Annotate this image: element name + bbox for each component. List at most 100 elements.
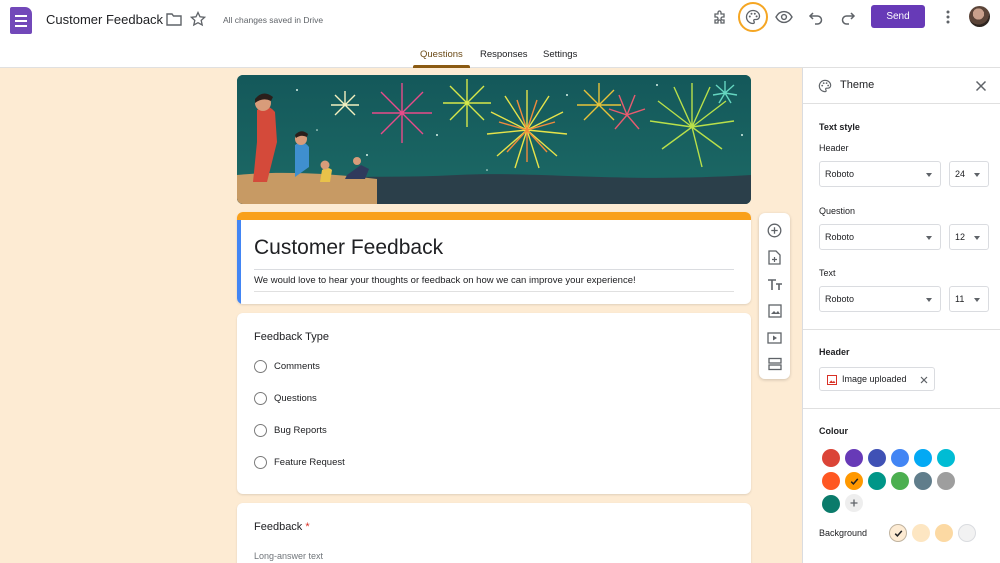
header-size-value: 24	[955, 169, 966, 179]
header-font-value: Roboto	[825, 169, 855, 179]
answer-hint: Long-answer text	[254, 551, 324, 561]
chevron-down-icon	[926, 236, 932, 240]
colour-swatch[interactable]	[822, 472, 840, 490]
add-question-icon[interactable]	[766, 222, 783, 239]
more-vert-icon[interactable]	[942, 9, 954, 25]
palette-icon	[745, 9, 761, 25]
theme-color-stripe	[237, 212, 751, 220]
theme-panel-title: Theme	[840, 79, 875, 91]
folder-icon[interactable]	[166, 12, 182, 26]
question-title: Feedback *	[254, 521, 310, 533]
customize-theme-button[interactable]	[738, 2, 768, 32]
top-bar: Customer Feedback All changes saved in D…	[0, 0, 1000, 68]
star-icon[interactable]	[190, 11, 206, 27]
header-font-select[interactable]: Roboto	[819, 161, 941, 187]
form-title-card[interactable]: Customer Feedback We would love to hear …	[237, 212, 751, 304]
tab-settings[interactable]: Settings	[543, 49, 577, 60]
remove-image-icon[interactable]	[920, 376, 928, 384]
colour-swatch[interactable]	[937, 449, 955, 467]
question-font-label: Question	[819, 206, 856, 216]
radio-option[interactable]: Questions	[254, 392, 317, 405]
save-status: All changes saved in Drive	[223, 15, 324, 25]
redo-icon[interactable]	[840, 9, 856, 25]
colour-swatch[interactable]	[845, 449, 863, 467]
colour-swatch[interactable]	[937, 472, 955, 490]
text-font-select[interactable]: Roboto	[819, 286, 941, 312]
colour-heading: Colour	[819, 426, 848, 436]
text-font-value: Roboto	[825, 294, 855, 304]
add-title-icon[interactable]	[766, 276, 783, 293]
text-font-label: Text	[819, 268, 836, 278]
question-card-feedback[interactable]: Feedback * Long-answer text	[237, 503, 751, 563]
colour-swatch[interactable]	[914, 449, 932, 467]
chevron-down-icon	[926, 298, 932, 302]
header-image-heading: Header	[819, 347, 850, 357]
colour-swatch[interactable]	[891, 472, 909, 490]
question-size-value: 12	[955, 232, 966, 242]
option-label: Comments	[274, 361, 320, 372]
undo-icon[interactable]	[808, 9, 824, 25]
add-image-icon[interactable]	[766, 302, 783, 319]
send-button[interactable]: Send	[871, 5, 925, 28]
colour-swatch[interactable]	[822, 449, 840, 467]
description-underline	[254, 291, 734, 292]
background-swatch[interactable]	[935, 524, 953, 542]
document-title[interactable]: Customer Feedback	[46, 12, 163, 27]
background-swatch[interactable]	[889, 524, 907, 542]
chevron-down-icon	[974, 298, 980, 302]
forms-app-icon[interactable]	[10, 7, 32, 34]
header-font-label: Header	[819, 143, 849, 153]
radio-button[interactable]	[254, 424, 267, 437]
text-size-value: 11	[955, 294, 965, 304]
addon-puzzle-icon[interactable]	[712, 9, 728, 25]
account-avatar[interactable]	[969, 6, 990, 27]
radio-button[interactable]	[254, 456, 267, 469]
background-swatch[interactable]	[958, 524, 976, 542]
chevron-down-icon	[974, 173, 980, 177]
background-label: Background	[819, 528, 868, 538]
colour-swatch[interactable]	[868, 472, 886, 490]
close-icon[interactable]	[975, 80, 987, 92]
option-label: Questions	[274, 393, 317, 404]
tab-responses[interactable]: Responses	[480, 49, 528, 60]
selected-card-indicator	[237, 220, 241, 304]
add-section-icon[interactable]	[766, 355, 783, 372]
colour-swatch[interactable]	[868, 449, 886, 467]
radio-button[interactable]	[254, 392, 267, 405]
question-size-select[interactable]: 12	[949, 224, 989, 250]
divider	[803, 329, 1000, 330]
chevron-down-icon	[974, 236, 980, 240]
radio-option[interactable]: Feature Request	[254, 456, 345, 469]
title-underline	[254, 269, 734, 270]
colour-swatch[interactable]	[914, 472, 932, 490]
custom-colour-add-icon[interactable]	[845, 494, 863, 512]
radio-button[interactable]	[254, 360, 267, 373]
header-image-chip[interactable]: Image uploaded	[819, 367, 935, 391]
import-questions-icon[interactable]	[766, 249, 783, 266]
question-font-value: Roboto	[825, 232, 855, 242]
header-banner-image	[237, 75, 751, 204]
add-video-icon[interactable]	[766, 329, 783, 346]
header-size-select[interactable]: 24	[949, 161, 989, 187]
background-swatch[interactable]	[912, 524, 930, 542]
form-description-field[interactable]: We would love to hear your thoughts or f…	[254, 275, 636, 286]
palette-icon	[818, 79, 832, 93]
colour-swatch[interactable]	[891, 449, 909, 467]
image-chip-label: Image uploaded	[842, 374, 907, 384]
option-label: Feature Request	[274, 457, 345, 468]
text-size-select[interactable]: 11	[949, 286, 989, 312]
question-card[interactable]: Feedback Type Comments Questions Bug Rep…	[237, 313, 751, 494]
colour-swatch[interactable]	[845, 472, 863, 490]
tab-questions[interactable]: Questions	[420, 49, 463, 60]
preview-eye-icon[interactable]	[775, 10, 793, 24]
colour-swatch[interactable]	[822, 495, 840, 513]
radio-option[interactable]: Bug Reports	[254, 424, 327, 437]
image-icon	[827, 375, 837, 385]
question-toolbar	[759, 213, 790, 379]
theme-panel-header: Theme	[803, 68, 1000, 104]
chevron-down-icon	[926, 173, 932, 177]
question-font-select[interactable]: Roboto	[819, 224, 941, 250]
divider	[803, 408, 1000, 409]
form-title-field[interactable]: Customer Feedback	[254, 236, 443, 260]
radio-option[interactable]: Comments	[254, 360, 320, 373]
